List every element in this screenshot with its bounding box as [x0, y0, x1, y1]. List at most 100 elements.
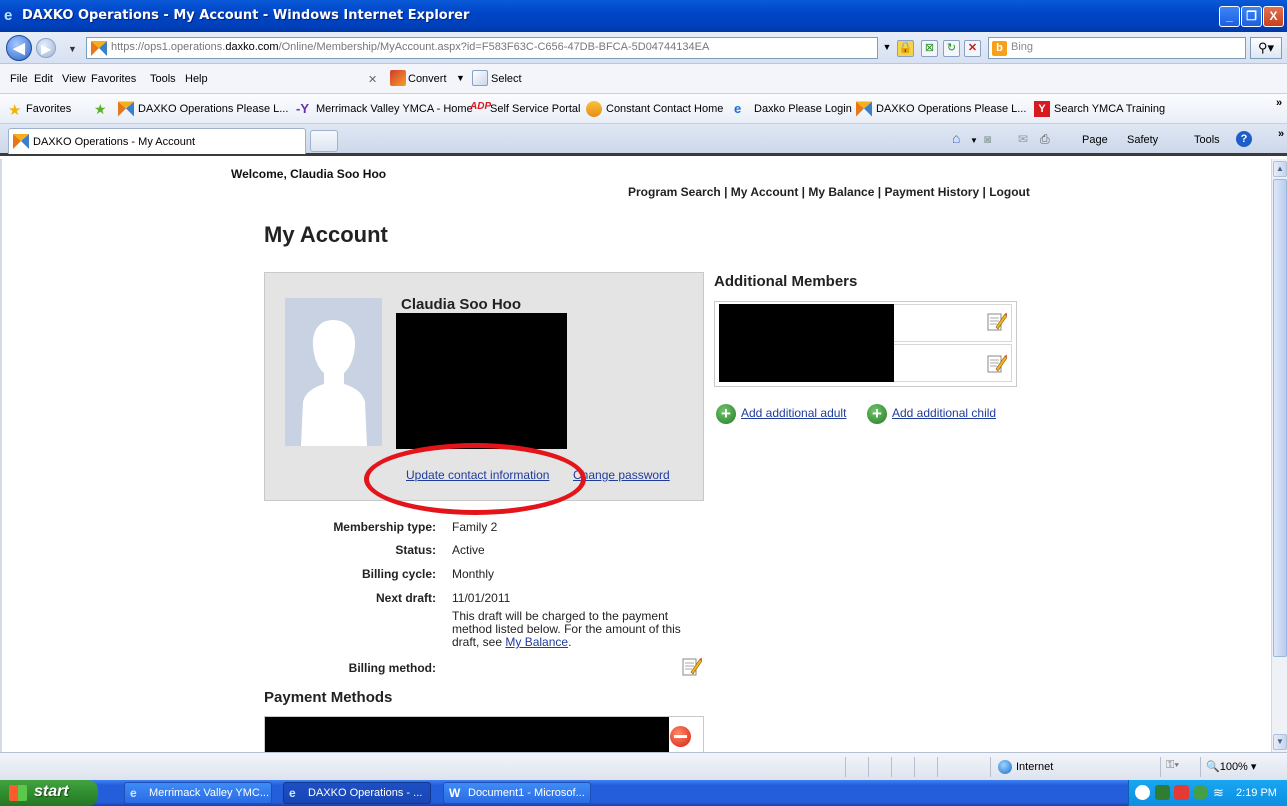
window-titlebar: e DAXKO Operations - My Account - Window… — [0, 0, 1287, 32]
favorite-link-constant-contact[interactable]: Constant Contact Home — [606, 103, 723, 115]
tools-menu[interactable]: Tools — [1194, 134, 1220, 146]
address-dropdown-icon[interactable]: ▼ — [880, 40, 894, 57]
add-child-icon[interactable]: + — [867, 404, 887, 424]
favorite-link-daxko-login[interactable]: Daxko Please Login — [754, 103, 852, 115]
convert-button[interactable]: Convert — [408, 73, 447, 85]
windows-taskbar: start e Merrimack Valley YMC... e DAXKO … — [0, 780, 1287, 806]
status-bar: Internet ⚿▾ 🔍100% ▾ — [0, 752, 1287, 780]
address-input[interactable]: https://ops1.operations.daxko.com/Online… — [86, 37, 878, 59]
search-placeholder: Bing — [1011, 41, 1034, 53]
taskbar-item-document[interactable]: W Document1 - Microsof... — [443, 782, 591, 804]
add-adult-link[interactable]: Add additional adult — [741, 406, 846, 420]
safety-menu[interactable]: Safety — [1127, 134, 1158, 146]
menu-edit[interactable]: Edit — [34, 73, 53, 85]
edit-member-icon[interactable] — [985, 352, 1007, 374]
stop-icon[interactable]: ✕ — [964, 40, 981, 57]
more-favorites-icon[interactable]: » — [1276, 97, 1282, 109]
menu-view[interactable]: View — [62, 73, 86, 85]
menu-tools[interactable]: Tools — [150, 73, 176, 85]
home-dropdown-icon[interactable]: ▼ — [970, 136, 978, 145]
ie-logo-icon: e — [4, 7, 13, 24]
top-navigation: Program Search | My Account | My Balance… — [628, 185, 1030, 199]
avatar-silhouette-icon — [285, 298, 382, 446]
edit-member-icon[interactable] — [985, 310, 1007, 332]
address-toolbar: ◀ ▶ ▼ https://ops1.operations.daxko.com/… — [0, 32, 1287, 64]
url-prefix: https://ops1.operations. — [111, 41, 226, 53]
profile-name: Claudia Soo Hoo — [401, 296, 521, 313]
convert-dropdown-icon[interactable]: ▼ — [456, 73, 465, 83]
compatibility-view-icon[interactable]: ⊠ — [921, 40, 938, 57]
add-child-link[interactable]: Add additional child — [892, 406, 996, 420]
welcome-text: Welcome, Claudia Soo Hoo — [231, 167, 387, 181]
taskbar-item-merrimack[interactable]: e Merrimack Valley YMC... — [124, 782, 272, 804]
scroll-thumb[interactable] — [1273, 179, 1287, 657]
refresh-icon[interactable]: ↻ — [943, 40, 960, 57]
page-content: Welcome, Claudia Soo Hoo Program Search … — [0, 159, 1271, 752]
favorites-button[interactable]: Favorites — [26, 103, 71, 115]
nav-my-balance[interactable]: My Balance — [808, 185, 874, 199]
remove-payment-icon[interactable] — [670, 726, 691, 747]
vertical-scrollbar[interactable]: ▲ ▼ — [1271, 159, 1287, 752]
zoom-level[interactable]: 🔍100% ▾ — [1206, 760, 1256, 773]
lock-icon[interactable]: 🔒 — [897, 40, 914, 57]
billing-cycle-value: Monthly — [452, 567, 495, 581]
ie-logo-icon: e — [289, 786, 296, 800]
add-adult-icon[interactable]: + — [716, 404, 736, 424]
protected-mode-icon[interactable]: ⚿▾ — [1166, 759, 1179, 772]
start-button[interactable]: start — [0, 780, 98, 806]
wifi-icon[interactable]: ≋ — [1213, 785, 1228, 800]
tab-my-account[interactable]: DAXKO Operations - My Account — [8, 128, 306, 154]
forward-button[interactable]: ▶ — [36, 38, 56, 58]
scroll-up-icon[interactable]: ▲ — [1273, 161, 1287, 177]
change-password-link[interactable]: Change password — [573, 468, 670, 482]
recent-pages-dropdown-icon[interactable]: ▼ — [68, 44, 77, 54]
favorite-link-merrimack[interactable]: Merrimack Valley YMCA - Home — [316, 103, 473, 115]
tray-app-icon[interactable] — [1155, 785, 1170, 800]
scroll-down-icon[interactable]: ▼ — [1273, 734, 1287, 750]
favorite-link-daxko-2[interactable]: DAXKO Operations Please L... — [876, 103, 1026, 115]
my-balance-link[interactable]: My Balance — [505, 635, 568, 649]
tab-bar: DAXKO Operations - My Account ⌂ ▼ ◙ ✉ ⎙ … — [0, 124, 1287, 156]
restore-button[interactable]: ❐ — [1241, 6, 1262, 27]
page-menu[interactable]: Page — [1082, 134, 1108, 146]
search-button[interactable]: ⚲▾ — [1250, 37, 1282, 59]
tray-network-icon[interactable] — [1193, 785, 1208, 800]
nav-logout[interactable]: Logout — [989, 185, 1030, 199]
taskbar-item-label: Merrimack Valley YMC... — [149, 787, 270, 799]
favorite-link-daxko-1[interactable]: DAXKO Operations Please L... — [138, 103, 288, 115]
favorite-link-ymca-training[interactable]: Search YMCA Training — [1054, 103, 1165, 115]
select-button[interactable]: Select — [491, 73, 522, 85]
url-domain: daxko.com — [225, 41, 279, 53]
new-tab-button[interactable] — [310, 130, 338, 152]
feeds-icon[interactable]: ◙ — [984, 132, 991, 146]
menu-file[interactable]: File — [10, 73, 28, 85]
billing-cycle-label: Billing cycle: — [361, 567, 436, 581]
menu-favorites[interactable]: Favorites — [91, 73, 136, 85]
globe-icon — [998, 760, 1012, 774]
nav-program-search[interactable]: Program Search — [628, 185, 721, 199]
tray-security-icon[interactable] — [1174, 785, 1189, 800]
minimize-button[interactable]: _ — [1219, 6, 1240, 27]
add-favorite-icon[interactable]: ★ — [94, 101, 110, 117]
nav-my-account[interactable]: My Account — [731, 185, 799, 199]
taskbar-item-daxko[interactable]: e DAXKO Operations - ... — [283, 782, 431, 804]
print-icon[interactable]: ⎙ — [1040, 132, 1050, 147]
nav-payment-history[interactable]: Payment History — [884, 185, 979, 199]
close-toolbar-icon[interactable]: ✕ — [368, 73, 377, 86]
tray-arrow-icon[interactable] — [1135, 785, 1150, 800]
payment-method-row — [264, 716, 704, 752]
home-icon[interactable]: ⌂ — [952, 130, 960, 146]
help-icon[interactable]: ? — [1236, 131, 1252, 147]
mail-icon[interactable]: ✉ — [1018, 132, 1028, 146]
back-button[interactable]: ◀ — [6, 35, 32, 61]
favorite-link-self-service[interactable]: Self Service Portal — [490, 103, 580, 115]
security-zone[interactable]: Internet — [998, 760, 1053, 774]
url-path: /Online/Membership/MyAccount.aspx?id=F58… — [278, 41, 710, 53]
close-button[interactable]: X — [1263, 6, 1284, 27]
search-input[interactable]: b Bing — [988, 37, 1246, 59]
more-commands-icon[interactable]: » — [1278, 128, 1284, 140]
adp-logo-icon: ADP — [470, 101, 492, 112]
menu-help[interactable]: Help — [185, 73, 208, 85]
edit-billing-method-icon[interactable] — [680, 655, 702, 677]
page-title: My Account — [264, 222, 388, 247]
